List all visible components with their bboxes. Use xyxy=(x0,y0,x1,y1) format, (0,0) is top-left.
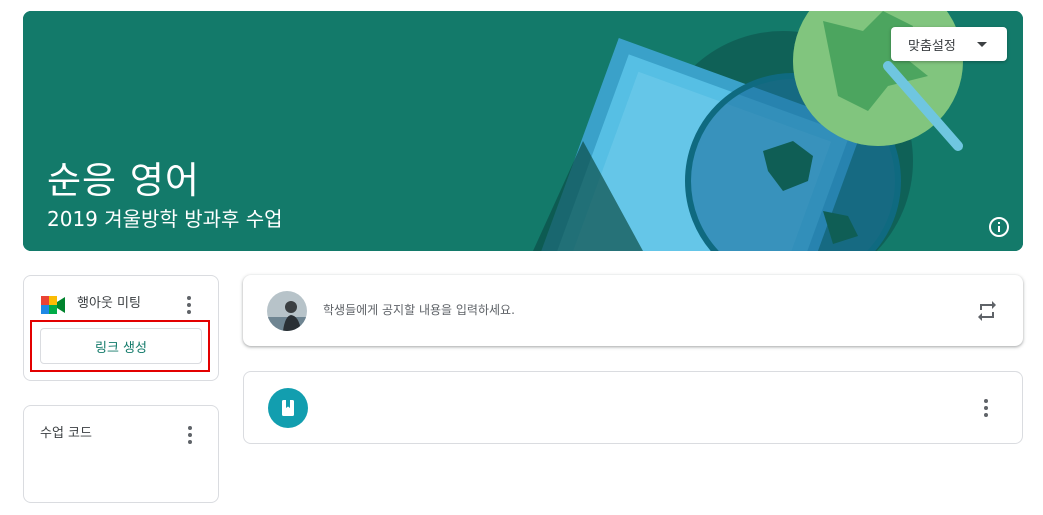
customize-button[interactable]: 맞춤설정 xyxy=(891,27,1007,61)
class-subtitle: 2019 겨울방학 방과후 수업 xyxy=(47,207,283,231)
book-icon xyxy=(268,388,308,428)
customize-button-label: 맞춤설정 xyxy=(908,38,956,54)
meet-card: 행아웃 미팅 링크 생성 xyxy=(23,275,219,381)
announcement-composer[interactable]: 학생들에게 공지할 내용을 입력하세요. xyxy=(243,275,1023,346)
caret-down-icon xyxy=(977,42,987,47)
avatar xyxy=(267,291,307,331)
info-icon[interactable] xyxy=(988,216,1010,238)
class-code-card: 수업 코드 xyxy=(23,405,219,503)
meet-title: 행아웃 미팅 xyxy=(77,296,141,311)
class-code-title: 수업 코드 xyxy=(40,426,92,441)
class-banner: 순응 영어 2019 겨울방학 방과후 수업 맞춤설정 xyxy=(23,11,1023,251)
meet-more-icon[interactable] xyxy=(179,293,199,317)
create-link-button[interactable]: 링크 생성 xyxy=(40,328,202,364)
stream-item-more-icon[interactable] xyxy=(976,396,996,420)
google-meet-icon xyxy=(41,296,65,314)
announcement-input[interactable]: 학생들에게 공지할 내용을 입력하세요. xyxy=(323,301,515,319)
stream-item[interactable] xyxy=(243,371,1023,444)
repost-icon[interactable] xyxy=(975,299,999,323)
class-code-more-icon[interactable] xyxy=(180,423,200,447)
class-title: 순응 영어 xyxy=(47,159,200,202)
